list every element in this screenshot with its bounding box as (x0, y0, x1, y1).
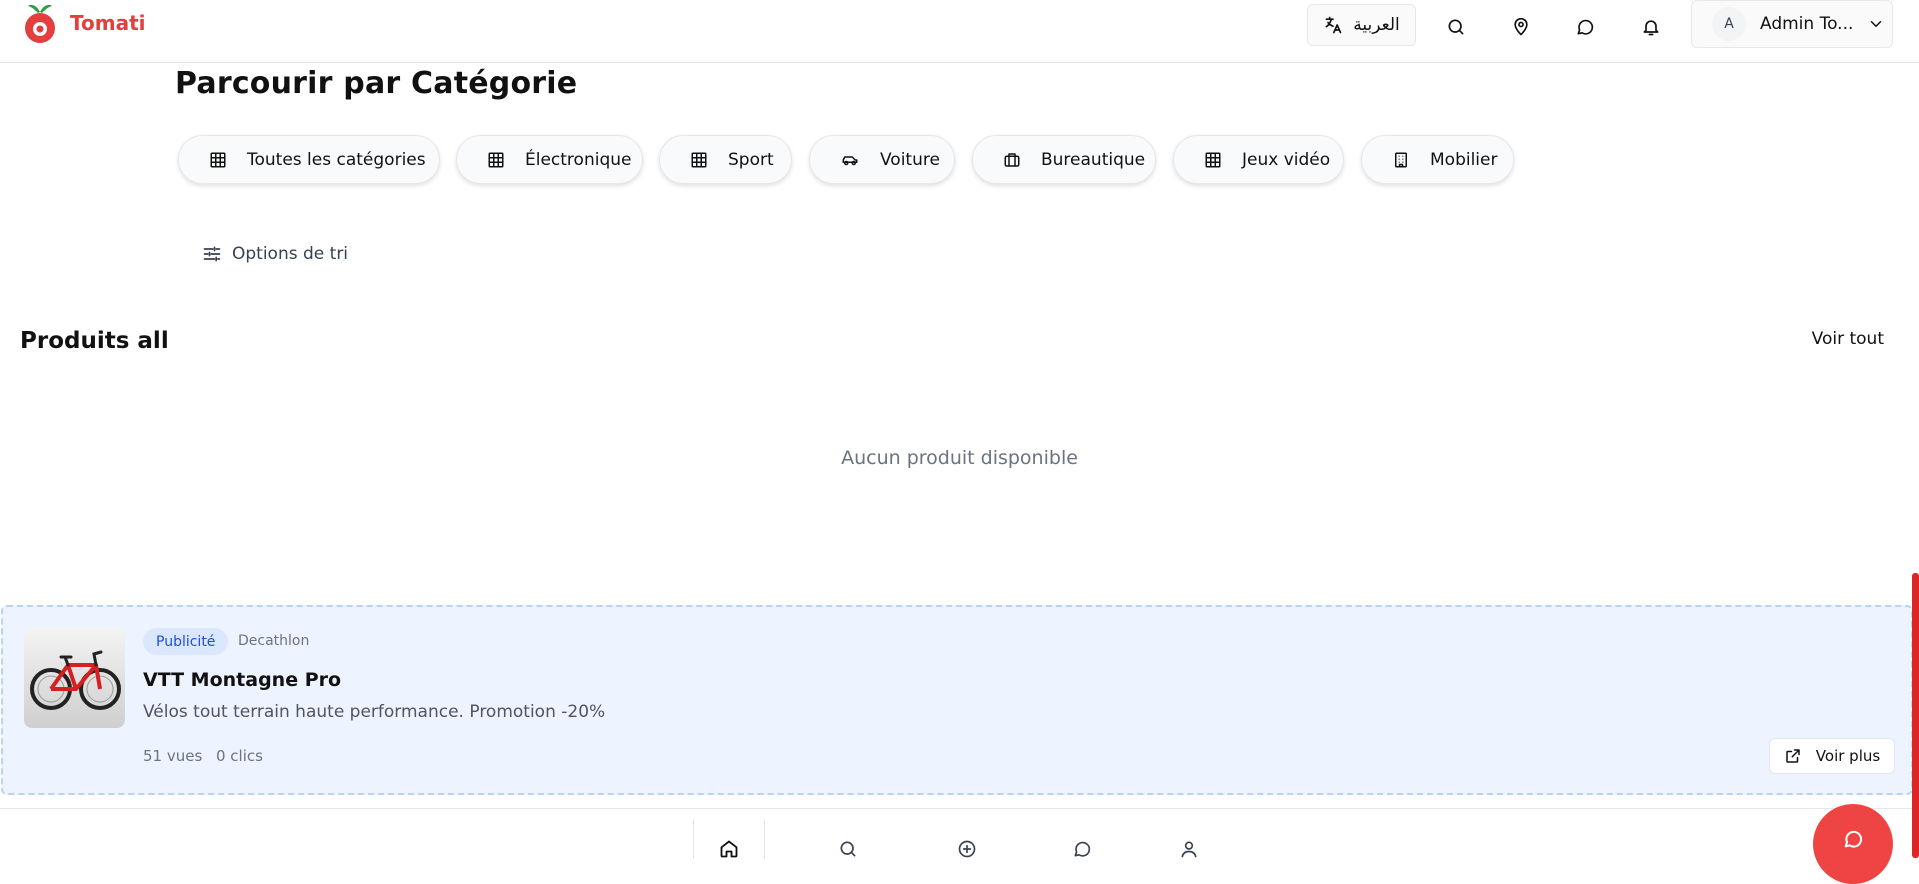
sponsored-badge: Publicité (143, 628, 229, 655)
bottom-navigation (0, 808, 1919, 859)
category-chip-electronique[interactable]: Électronique (456, 135, 643, 184)
category-label: Jeux vidéo (1242, 149, 1331, 170)
chat-fab-button[interactable] (1813, 804, 1893, 884)
sponsored-ad-card[interactable]: Publicité Decathlon VTT Montagne Pro Vél… (1, 605, 1913, 795)
ad-see-more-button[interactable]: Voir plus (1769, 738, 1895, 774)
categories-title: Parcourir par Catégorie (175, 66, 578, 101)
bell-icon (1643, 20, 1659, 36)
search-icon (840, 841, 856, 857)
category-chip-voiture[interactable]: Voiture (809, 135, 955, 184)
category-label: Voiture (880, 149, 940, 170)
translate-icon (1325, 16, 1342, 34)
home-icon (720, 840, 738, 858)
message-icon (1074, 841, 1091, 857)
grid-icon (488, 152, 504, 167)
message-icon (1577, 19, 1594, 35)
brand-name: Tomati (70, 11, 146, 35)
category-label: Électronique (525, 149, 632, 170)
ad-description: Vélos tout terrain haute performance. Pr… (143, 702, 606, 722)
ad-clicks: 0 clics (216, 747, 263, 765)
see-all-link[interactable]: Voir tout (1812, 329, 1884, 349)
grid-icon (691, 152, 707, 167)
message-icon (1844, 830, 1863, 848)
see-more-label: Voir plus (1815, 747, 1881, 765)
ad-title: VTT Montagne Pro (143, 669, 342, 691)
sliders-icon (203, 246, 221, 262)
language-switch-button[interactable]: العربية (1307, 4, 1416, 46)
external-link-icon (1786, 749, 1800, 763)
category-chip-all[interactable]: Toutes les catégories (178, 135, 440, 184)
ad-views: 51 vues (143, 747, 203, 765)
nav-messages[interactable] (1046, 819, 1118, 859)
notifications-button[interactable] (1632, 8, 1670, 46)
nav-profile[interactable] (1153, 819, 1225, 859)
category-chip-jeux-video[interactable]: Jeux vidéo (1173, 135, 1344, 184)
grid-icon (210, 152, 226, 167)
location-button[interactable] (1502, 8, 1540, 46)
sort-options-button[interactable]: Options de tri (202, 244, 348, 264)
category-chip-bureautique[interactable]: Bureautique (972, 135, 1156, 184)
user-menu-button[interactable]: A Admin To... (1691, 0, 1893, 48)
nav-home[interactable] (693, 819, 765, 859)
map-pin-icon (1514, 17, 1528, 36)
messages-button[interactable] (1566, 8, 1604, 46)
category-label: Mobilier (1430, 149, 1498, 170)
search-button[interactable] (1437, 8, 1475, 46)
category-chip-mobilier[interactable]: Mobilier (1361, 135, 1514, 184)
nav-add[interactable] (931, 819, 1003, 859)
category-label: Toutes les catégories (247, 149, 426, 170)
category-label: Bureautique (1041, 149, 1146, 170)
chevron-down-icon (1871, 21, 1882, 27)
nav-search[interactable] (812, 819, 884, 859)
products-title: Produits all (20, 328, 169, 354)
brand-logo[interactable]: Tomati (20, 2, 145, 44)
avatar: A (1712, 7, 1746, 41)
plus-circle-icon (958, 840, 976, 858)
grid-icon (1205, 152, 1221, 167)
category-label: Sport (728, 149, 774, 170)
ad-product-image (24, 627, 125, 728)
sort-label: Options de tri (232, 244, 349, 264)
car-icon (842, 155, 858, 165)
page-scrollbar[interactable] (1912, 573, 1919, 858)
top-header: Tomati العربية A Admin To... (0, 0, 1919, 63)
user-icon (1181, 841, 1197, 858)
category-chip-sport[interactable]: Sport (659, 135, 792, 184)
user-name: Admin To... (1760, 14, 1854, 34)
tomato-logo-icon (25, 4, 55, 43)
empty-products-message: Aucun produit disponible (841, 447, 1078, 469)
briefcase-icon (1004, 152, 1020, 167)
ad-advertiser: Decathlon (238, 633, 310, 649)
language-label: العربية (1353, 15, 1400, 35)
building-icon (1395, 152, 1407, 167)
search-icon (1448, 19, 1464, 35)
bicycle-image (30, 650, 121, 710)
